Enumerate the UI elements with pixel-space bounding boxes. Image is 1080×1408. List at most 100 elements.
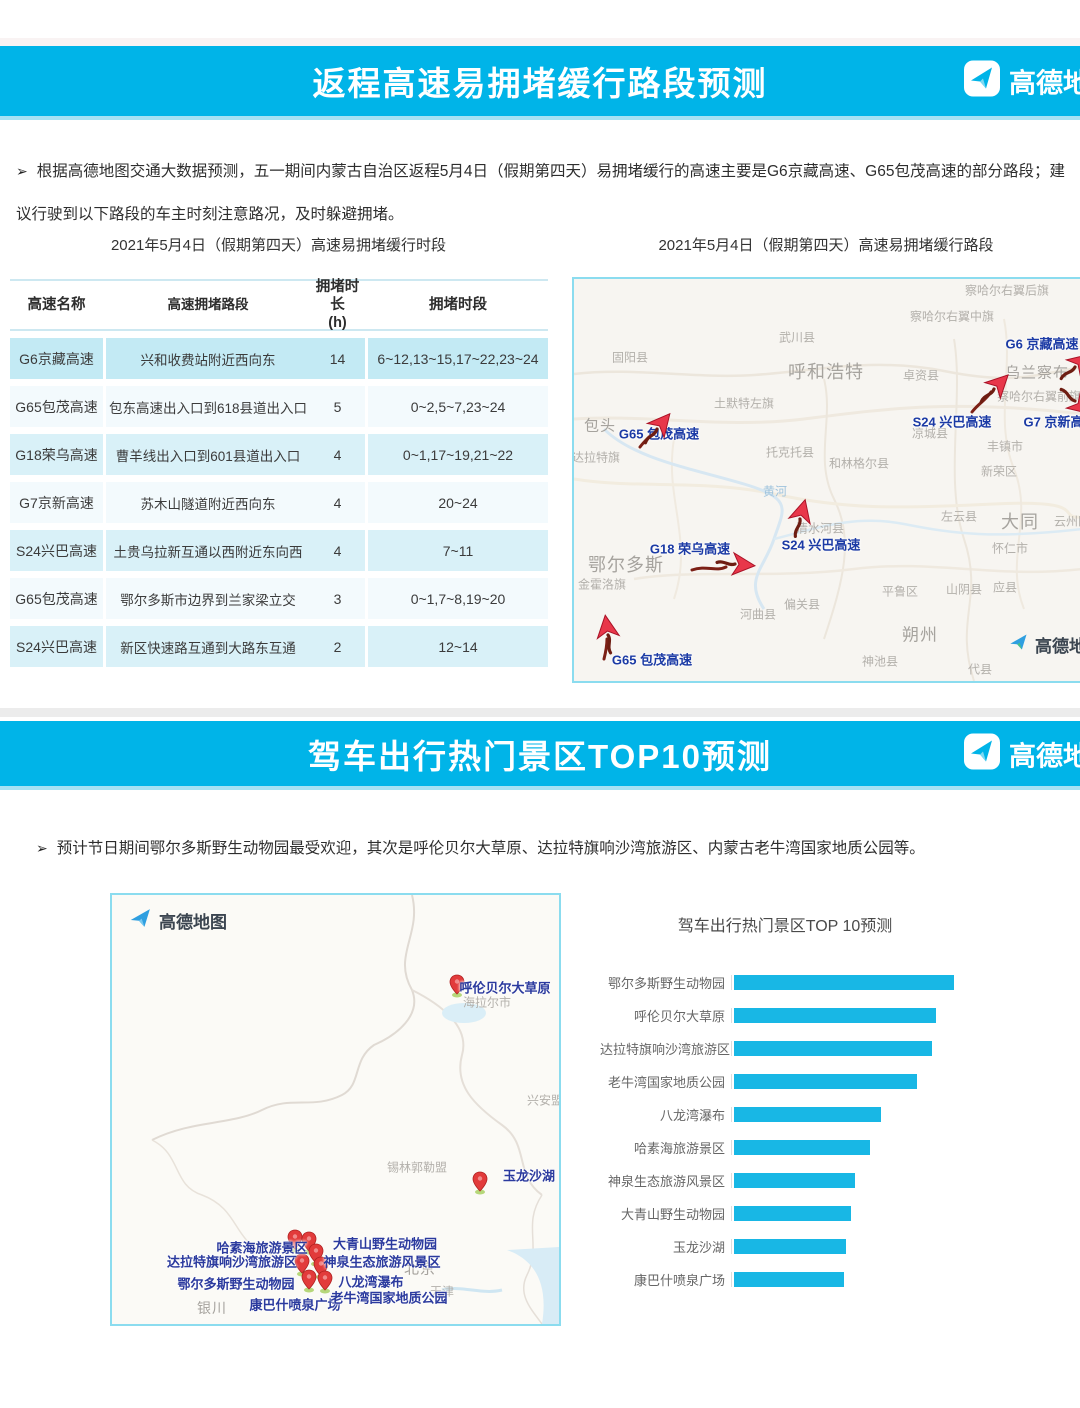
map-poi-label: 康巴什喷泉广场 — [249, 1295, 340, 1314]
bar-track — [731, 1008, 1080, 1023]
table-header-cell: 高速拥堵路段 — [106, 281, 310, 329]
bar-label: 鄂尔多斯野生动物园 — [600, 973, 731, 992]
map-place-label: 达拉特旗 — [572, 449, 620, 466]
map-pin-icon — [301, 1269, 317, 1293]
infographic-page: 返程高速易拥堵缓行路段预测 高德地图 ➢根据高德地图交通大数据预测，五一期间内蒙… — [0, 0, 1080, 1408]
bar-track — [731, 1107, 1080, 1122]
map-highway-label: S24 兴巴高速 — [913, 412, 992, 431]
amap-plane-icon — [963, 60, 1001, 103]
map-poi-label: 大青山野生动物园 — [333, 1234, 437, 1253]
map-place-label: 金霍洛旗 — [578, 576, 626, 593]
bar-row: 老牛湾国家地质公园 — [600, 1065, 1080, 1098]
bar-track — [731, 1272, 1080, 1287]
map-highway-label: G65 包茂高速 — [612, 650, 692, 669]
map-place-label: 左云县 — [941, 508, 977, 525]
bar-track — [731, 975, 1080, 990]
map1-watermark-text: 高德地图 — [1035, 632, 1080, 657]
bar-row: 玉龙沙湖 — [600, 1230, 1080, 1263]
table-cell: G18荣乌高速 — [10, 434, 103, 475]
map1-title: 2021年5月4日（假期第四天）高速易拥堵缓行路段 — [572, 234, 1080, 255]
bar-track — [731, 1173, 1080, 1188]
map-place-label: 固阳县 — [612, 349, 648, 366]
table-row: S24兴巴高速土贵乌拉新互通以西附近东向西47~11 — [10, 530, 548, 571]
table-cell: 4 — [310, 434, 365, 475]
bar-row: 呼伦贝尔大草原 — [600, 999, 1080, 1032]
bullet-arrow-icon: ➢ — [16, 163, 28, 179]
amap-plane-icon — [1008, 631, 1030, 658]
table-cell: 苏木山隧道附近西向东 — [106, 482, 310, 523]
map-poi-label: 呼伦贝尔大草原 — [459, 978, 550, 997]
bar — [734, 1107, 881, 1122]
table-cell: 兴和收费站附近西向东 — [106, 338, 310, 379]
map-place-label: 卓资县 — [903, 367, 939, 384]
section1-title: 返程高速易拥堵缓行路段预测 — [313, 57, 768, 105]
bar-label: 达拉特旗响沙湾旅游区 — [600, 1039, 731, 1058]
bar — [734, 1041, 932, 1056]
map1-roads-layer — [574, 279, 1080, 681]
bullet-arrow-icon: ➢ — [36, 840, 48, 856]
map-place-label: 和林格尔县 — [829, 455, 889, 472]
section1-intro: ➢根据高德地图交通大数据预测，五一期间内蒙古自治区返程5月4日（假期第四天）易拥… — [16, 150, 1078, 236]
bar-row: 神泉生态旅游风景区 — [600, 1164, 1080, 1197]
amap-logo: 高德地图 — [963, 732, 1080, 775]
table-header-cell: 高速名称 — [10, 281, 103, 329]
top-separator — [0, 38, 1080, 46]
table-cell: 新区快速路互通到大路东互通 — [106, 626, 310, 667]
bar-track — [731, 1140, 1080, 1155]
section2-title: 驾车出行热门景区TOP10预测 — [308, 730, 772, 778]
table-cell: 14 — [310, 338, 365, 379]
table-cell: 3 — [310, 578, 365, 619]
table-cell: 5 — [310, 386, 365, 427]
table-cell: 6~12,13~15,17~22,23~24 — [368, 338, 548, 379]
table-title: 2021年5月4日（假期第四天）高速易拥堵缓行时段 — [0, 234, 557, 255]
bar — [734, 1239, 846, 1254]
map-place-label: 银川 — [197, 1298, 227, 1318]
amap-logo-text: 高德地图 — [1009, 734, 1080, 773]
table-cell: 0~2,5~7,23~24 — [368, 386, 548, 427]
map-place-label: 呼和浩特 — [788, 358, 864, 384]
bar — [734, 1008, 936, 1023]
bar-label: 康巴什喷泉广场 — [600, 1270, 731, 1289]
table-header-cell: 拥堵时长 (h) — [310, 281, 365, 329]
table-cell: 鄂尔多斯市边界到兰家梁立交 — [106, 578, 310, 619]
table-cell: 20~24 — [368, 482, 548, 523]
table-cell: 4 — [310, 530, 365, 571]
map-place-label: 大同 — [1001, 508, 1039, 534]
bar-label: 神泉生态旅游风景区 — [600, 1171, 731, 1190]
table-cell: 2 — [310, 626, 365, 667]
section1-banner: 返程高速易拥堵缓行路段预测 高德地图 — [0, 46, 1080, 120]
map-poi-label: 神泉生态旅游风景区 — [323, 1252, 440, 1271]
map-place-label: 察哈尔右翼中旗 — [910, 308, 994, 325]
bar-label: 玉龙沙湖 — [600, 1237, 731, 1256]
section1-intro-text: 根据高德地图交通大数据预测，五一期间内蒙古自治区返程5月4日（假期第四天）易拥堵… — [16, 163, 1065, 223]
section2-intro: ➢预计节日期间鄂尔多斯野生动物园最受欢迎，其次是呼伦贝尔大草原、达拉特旗响沙湾旅… — [36, 836, 1076, 861]
bar-row: 哈素海旅游景区 — [600, 1131, 1080, 1164]
amap-plane-icon — [963, 732, 1001, 775]
bar-row: 康巴什喷泉广场 — [600, 1263, 1080, 1296]
map-place-label: 应县 — [993, 579, 1017, 596]
map-place-label: 察哈尔右翼后旗 — [965, 282, 1049, 299]
table-cell: S24兴巴高速 — [10, 626, 103, 667]
table-row: G7京新高速苏木山隧道附近西向东420~24 — [10, 482, 548, 523]
map-highway-label: G6 京藏高速 — [1006, 334, 1079, 353]
bar-track — [731, 1074, 1080, 1089]
bar-label: 呼伦贝尔大草原 — [600, 1006, 731, 1025]
bar — [734, 1206, 851, 1221]
map-place-label: 朔州 — [902, 621, 938, 646]
table-cell: G7京新高速 — [10, 482, 103, 523]
table-cell: 12~14 — [368, 626, 548, 667]
map-place-label: 云州区 — [1054, 513, 1080, 530]
bar — [734, 1173, 855, 1188]
table-cell: 7~11 — [368, 530, 548, 571]
map1-watermark: 高德地图 — [1008, 631, 1080, 658]
table-cell: G65包茂高速 — [10, 386, 103, 427]
section-separator — [0, 708, 1080, 717]
table-cell: 土贵乌拉新互通以西附近东向西 — [106, 530, 310, 571]
map-place-label: 兴安盟 — [527, 1092, 561, 1109]
table-cell: 0~1,17~19,21~22 — [368, 434, 548, 475]
map-place-label: 河曲县 — [740, 606, 776, 623]
table-cell: 包东高速出入口到618县道出入口 — [106, 386, 310, 427]
map-poi-label: 老牛湾国家地质公园 — [330, 1288, 447, 1307]
bar-label: 哈素海旅游景区 — [600, 1138, 731, 1157]
scenic-spots-map: 锡林郭勒盟北京天津银川海拉尔市兴安盟呼伦贝尔大草原玉龙沙湖哈素海旅游景区大青山野… — [110, 893, 561, 1326]
